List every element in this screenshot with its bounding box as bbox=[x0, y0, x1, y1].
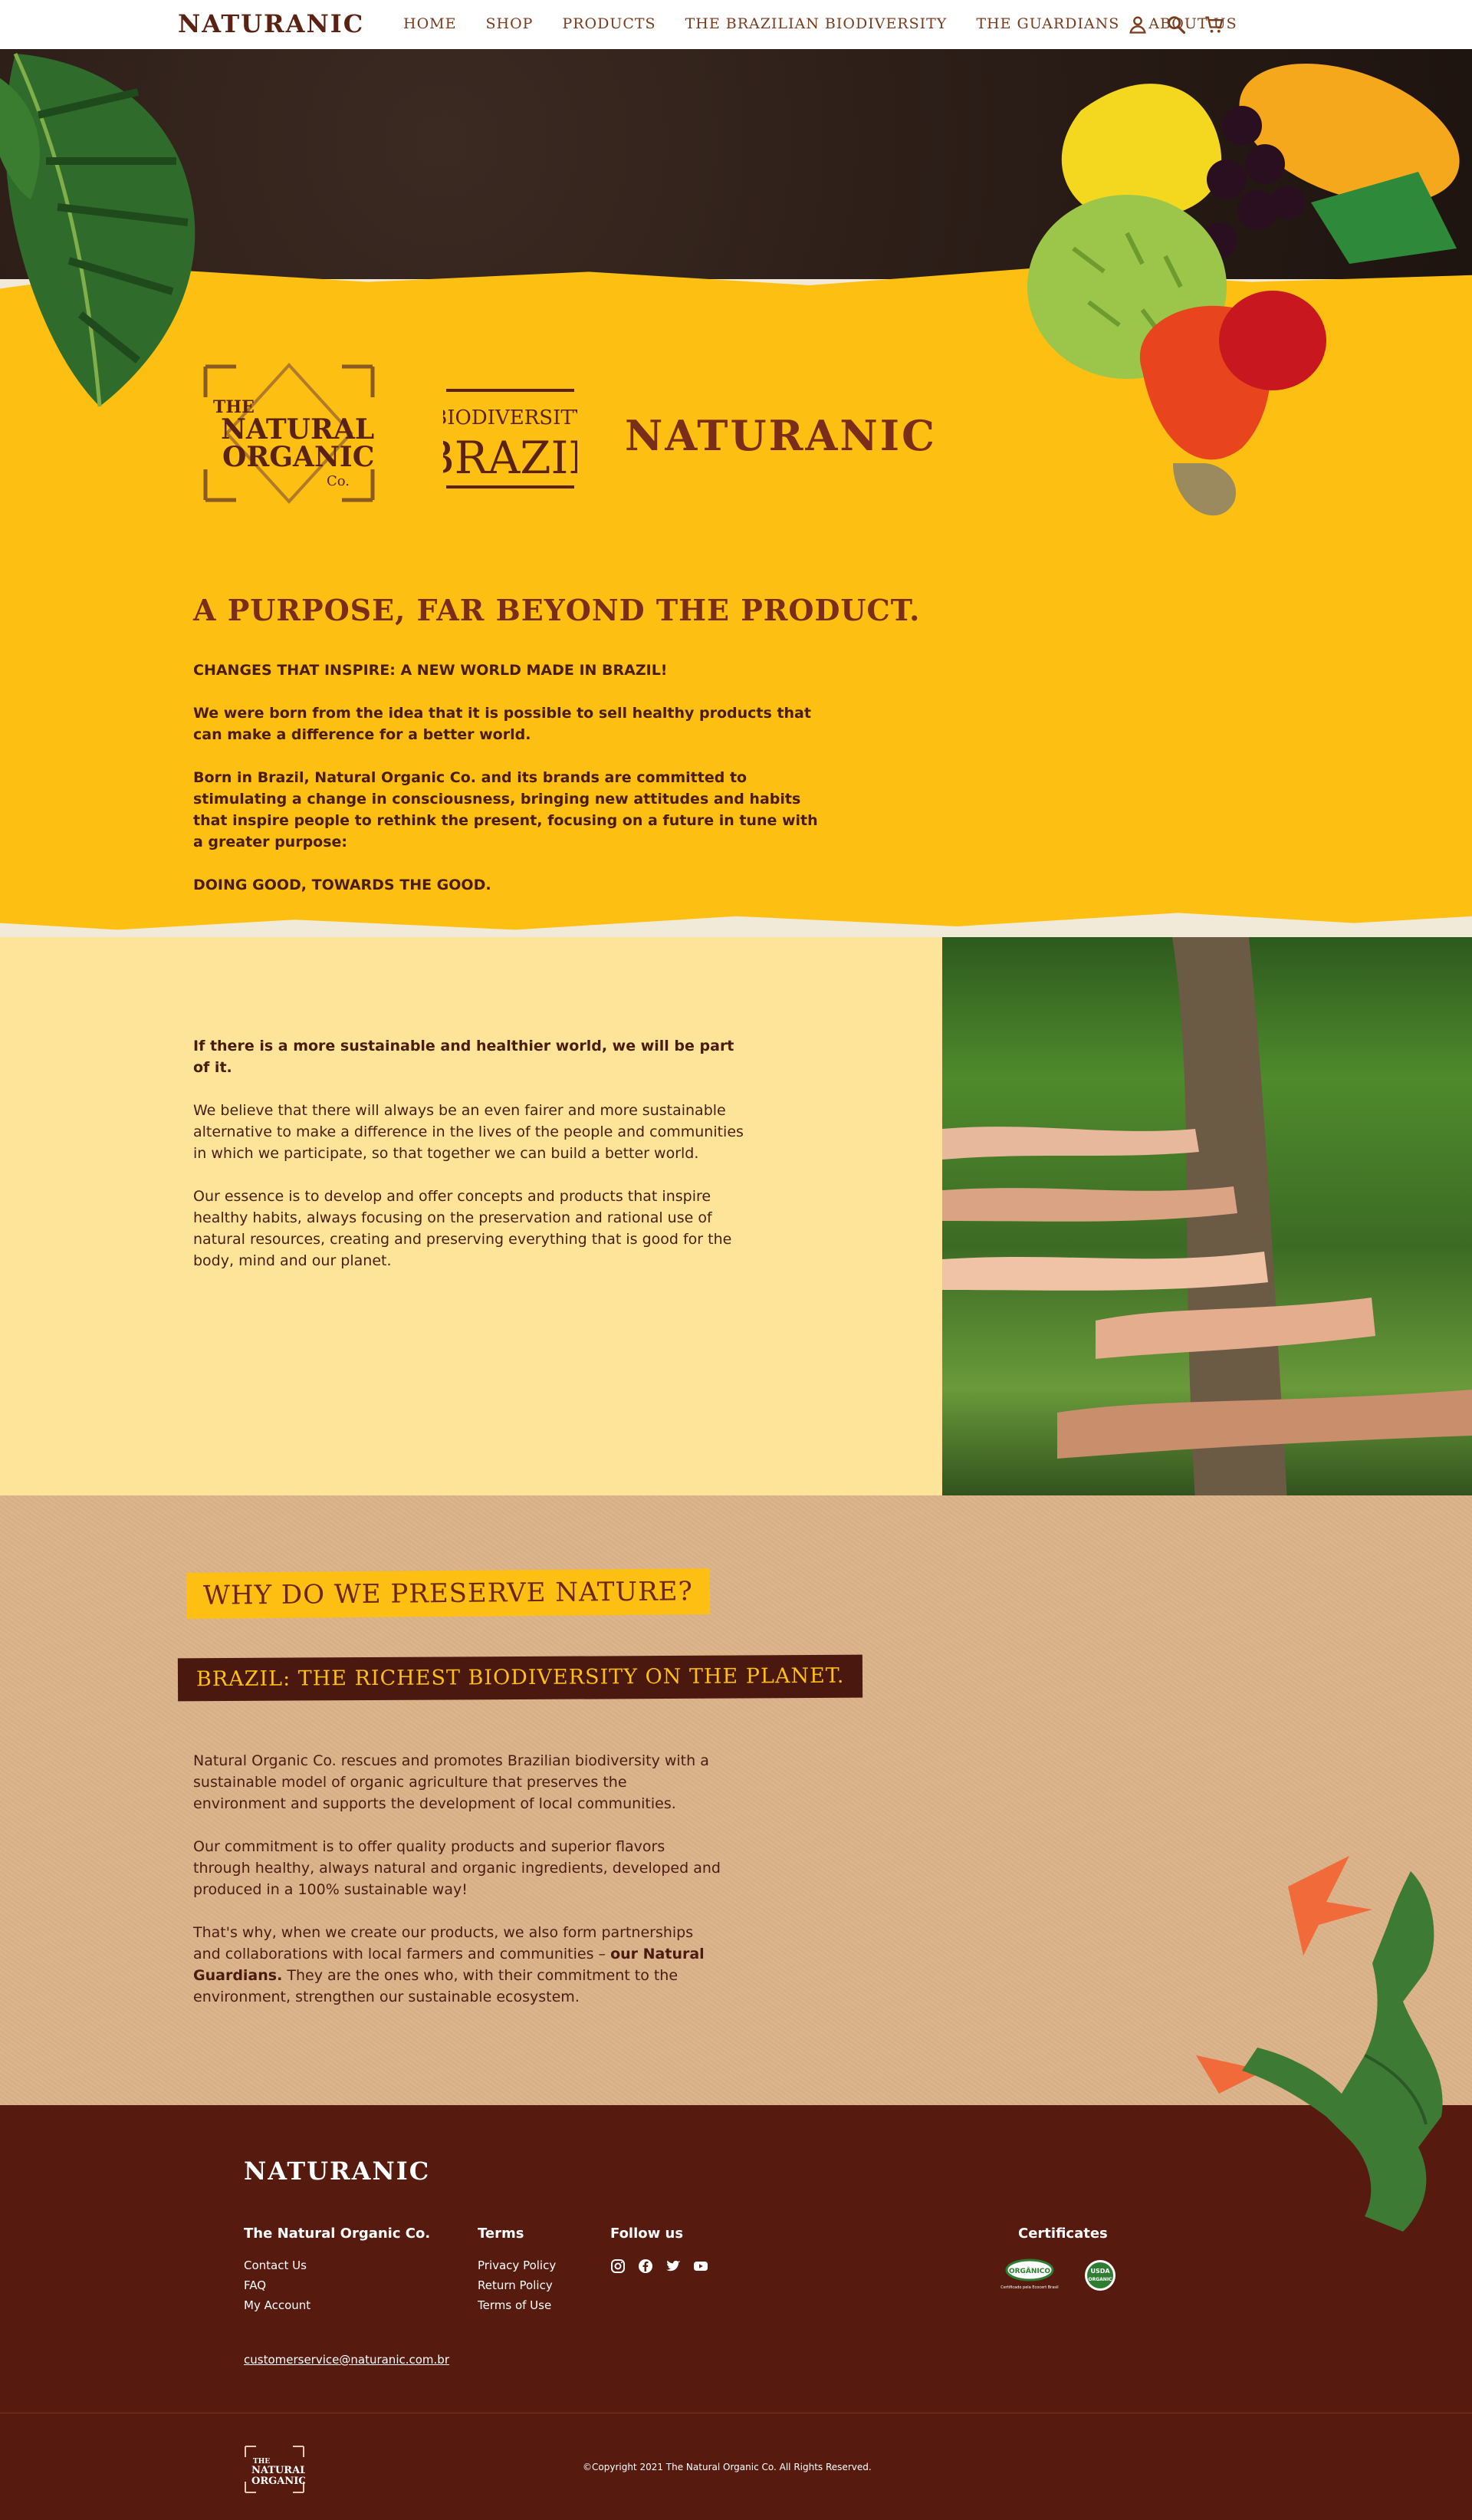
svg-text:ORGANIC: ORGANIC bbox=[1089, 2277, 1113, 2282]
purpose-headline: CHANGES THAT INSPIRE: A NEW WORLD MADE I… bbox=[193, 662, 668, 679]
footer-social-column: Follow us bbox=[610, 2226, 708, 2274]
footer-terms-column: Terms Privacy Policy Return Policy Terms… bbox=[478, 2226, 556, 2318]
svg-text:Certificado pela Ecocert Brasi: Certificado pela Ecocert Brasil bbox=[1001, 2285, 1058, 2290]
cart-icon[interactable] bbox=[1204, 14, 1225, 35]
preserve-paragraph-1: Natural Organic Co. rescues and promotes… bbox=[193, 1752, 709, 1812]
sustainable-headline: If there is a more sustainable and healt… bbox=[193, 1038, 734, 1076]
search-icon[interactable] bbox=[1165, 14, 1187, 35]
cactus-flower-image bbox=[1196, 1856, 1443, 2232]
preserve-text: Natural Organic Co. rescues and promotes… bbox=[193, 1750, 722, 2029]
nav-guardians[interactable]: THE GUARDIANS bbox=[976, 15, 1119, 32]
footer-logo[interactable]: NATURANIC bbox=[244, 2156, 430, 2186]
fruits-image bbox=[1027, 63, 1460, 516]
instagram-icon[interactable] bbox=[610, 2258, 626, 2274]
footer-link-contact[interactable]: Contact Us bbox=[244, 2258, 430, 2272]
monstera-leaf-image bbox=[0, 52, 196, 407]
organico-brasil-badge: ORGÂNICO Certificado pela Ecocert Brasil bbox=[1001, 2258, 1059, 2290]
footer-link-return[interactable]: Return Policy bbox=[478, 2278, 556, 2292]
preserve-paragraph-3: That's why, when we create our products,… bbox=[193, 1924, 705, 2005]
svg-text:ORGANIC: ORGANIC bbox=[251, 2476, 305, 2487]
svg-text:USDA: USDA bbox=[1090, 2268, 1110, 2275]
svg-text:ORGANIC: ORGANIC bbox=[222, 441, 374, 473]
purpose-title: A PURPOSE, FAR BEYOND THE PRODUCT. bbox=[193, 593, 921, 628]
user-icon[interactable] bbox=[1127, 14, 1148, 35]
site-header: NATURANIC HOME SHOP PRODUCTS THE BRAZILI… bbox=[0, 0, 1472, 49]
main-nav: HOME SHOP PRODUCTS THE BRAZILIAN BIODIVE… bbox=[403, 15, 1237, 32]
svg-text:NATURAL: NATURAL bbox=[251, 2465, 305, 2476]
usda-organic-badge: USDA ORGANIC bbox=[1085, 2260, 1116, 2291]
nav-biodiversity[interactable]: THE BRAZILIAN BIODIVERSITY bbox=[685, 15, 948, 32]
footer-link-privacy[interactable]: Privacy Policy bbox=[478, 2258, 556, 2272]
footer-email-link[interactable]: customerservice@naturanic.com.br bbox=[244, 2353, 449, 2367]
preserve-title: WHY DO WE PRESERVE NATURE? bbox=[186, 1568, 711, 1619]
footer-link-terms[interactable]: Terms of Use bbox=[478, 2298, 556, 2312]
sustainable-text: If there is a more sustainable and healt… bbox=[193, 1035, 745, 1293]
header-icons bbox=[1127, 14, 1225, 35]
svg-text:Co.: Co. bbox=[327, 473, 350, 489]
footer-tno-logo: THE NATURAL ORGANIC bbox=[245, 2446, 305, 2493]
sustainable-paragraph-2: Our essence is to develop and offer conc… bbox=[193, 1188, 732, 1269]
twitter-icon[interactable] bbox=[665, 2258, 681, 2274]
site-logo[interactable]: NATURANIC bbox=[178, 9, 364, 38]
footer-certificates-column: Certificates bbox=[1018, 2226, 1108, 2258]
purpose-paragraph-1: We were born from the idea that it is po… bbox=[193, 705, 811, 743]
footer-follow-title: Follow us bbox=[610, 2226, 684, 2242]
purpose-closing: DOING GOOD, TOWARDS THE GOOD. bbox=[193, 877, 491, 893]
biodiversity-brazil-logo: BIODIVERSITY BRAZIL bbox=[443, 389, 577, 489]
svg-text:BIODIVERSITY: BIODIVERSITY bbox=[443, 406, 577, 429]
svg-text:ORGÂNICO: ORGÂNICO bbox=[1009, 2266, 1050, 2275]
social-icons bbox=[610, 2258, 708, 2274]
sustainable-paragraph-1: We believe that there will always be an … bbox=[193, 1102, 744, 1162]
purpose-text: CHANGES THAT INSPIRE: A NEW WORLD MADE I… bbox=[193, 660, 822, 917]
svg-text:BRAZIL: BRAZIL bbox=[443, 432, 577, 484]
hands-on-tree-photo bbox=[942, 937, 1472, 1501]
footer-company-column: The Natural Organic Co. Contact Us FAQ M… bbox=[244, 2226, 430, 2318]
preserve-paragraph-2: Our commitment is to offer quality produ… bbox=[193, 1838, 721, 1898]
footer-link-account[interactable]: My Account bbox=[244, 2298, 430, 2312]
footer-certificates-title: Certificates bbox=[1018, 2226, 1108, 2242]
nav-home[interactable]: HOME bbox=[403, 15, 456, 32]
nav-products[interactable]: PRODUCTS bbox=[562, 15, 656, 32]
footer-terms-title: Terms bbox=[478, 2226, 524, 2242]
copyright-text: ©Copyright 2021 The Natural Organic Co. … bbox=[583, 2462, 872, 2472]
naturanic-brand-logo: NATURANIC bbox=[625, 411, 937, 460]
footer-company-title: The Natural Organic Co. bbox=[244, 2226, 431, 2242]
footer-link-faq[interactable]: FAQ bbox=[244, 2278, 430, 2292]
facebook-icon[interactable] bbox=[638, 2258, 653, 2274]
preserve-subtitle: BRAZIL: THE RICHEST BIODIVERSITY ON THE … bbox=[177, 1654, 863, 1702]
youtube-icon[interactable] bbox=[693, 2258, 708, 2274]
purpose-paragraph-2: Born in Brazil, Natural Organic Co. and … bbox=[193, 769, 818, 850]
nav-shop[interactable]: SHOP bbox=[485, 15, 533, 32]
